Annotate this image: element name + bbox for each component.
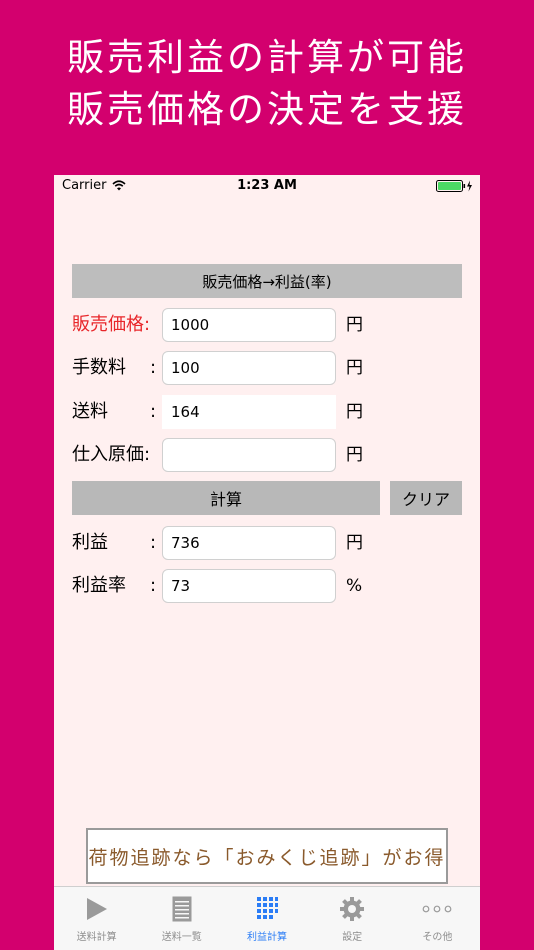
sale-price-row: 販売価格: 円 <box>72 308 462 342</box>
battery-icon <box>436 180 476 196</box>
calculate-button[interactable]: 計算 <box>72 481 380 515</box>
shipping-input[interactable] <box>162 395 336 429</box>
promo-line-2: 販売価格の決定を支援 <box>67 88 467 131</box>
tab-shipping-list[interactable]: 送料一覧 <box>139 887 224 950</box>
profit-rate-row: 利益率 : % <box>72 569 462 603</box>
tab-settings[interactable]: 設定 <box>310 887 395 950</box>
profit-rate-output[interactable] <box>162 569 336 603</box>
profit-unit: 円 <box>346 533 363 553</box>
profit-label: 利益 <box>72 532 108 553</box>
ad-banner[interactable]: 荷物追跡なら「おみくじ追跡」がお得 <box>86 828 448 884</box>
tab-bar: 送料計算 送料一覧 利益計算 設定 その他 <box>54 886 480 950</box>
clear-button[interactable]: クリア <box>390 481 462 515</box>
tab-more[interactable]: その他 <box>395 887 480 950</box>
cost-label: 仕入原価: <box>72 444 151 465</box>
promo-line-1: 販売利益の計算が可能 <box>67 36 467 79</box>
sale-price-unit: 円 <box>346 315 363 335</box>
profit-separator: : <box>150 532 157 553</box>
fee-unit: 円 <box>346 358 363 378</box>
fee-label: 手数料 <box>72 357 126 378</box>
sale-price-input[interactable] <box>162 308 336 342</box>
shipping-label: 送料 <box>72 401 108 422</box>
tab-label: 設定 <box>342 932 363 943</box>
play-icon <box>54 895 139 923</box>
profit-output[interactable] <box>162 526 336 560</box>
shipping-row: 送料 : 円 <box>72 395 462 429</box>
clock: 1:23 AM <box>237 178 297 193</box>
profit-row: 利益 : 円 <box>72 526 462 560</box>
tab-label: 送料計算 <box>76 932 117 943</box>
status-bar: Carrier 1:23 AM <box>54 175 480 197</box>
tab-label: その他 <box>422 932 453 943</box>
profit-rate-separator: : <box>150 575 157 596</box>
fee-row: 手数料 : 円 <box>72 351 462 385</box>
section-title: 販売価格→利益(率) <box>72 264 462 298</box>
cost-input[interactable] <box>162 438 336 472</box>
shipping-separator: : <box>150 401 157 422</box>
gear-icon <box>310 895 395 923</box>
cost-unit: 円 <box>346 445 363 465</box>
cost-row: 仕入原価: 円 <box>72 438 462 472</box>
profit-rate-unit: % <box>346 576 363 596</box>
shipping-unit: 円 <box>346 402 363 422</box>
fee-input[interactable] <box>162 351 336 385</box>
more-icon <box>395 895 480 923</box>
phone-screen: Carrier 1:23 AM 販売価格→利益(率) 販売価格: 円 手数料 : <box>54 175 480 950</box>
grid-icon <box>224 895 309 923</box>
tab-label: 送料一覧 <box>161 932 202 943</box>
tab-profit-calc[interactable]: 利益計算 <box>224 887 309 950</box>
fee-separator: : <box>150 357 157 378</box>
tab-label: 利益計算 <box>246 932 287 943</box>
profit-rate-label: 利益率 <box>72 575 126 596</box>
sale-price-label: 販売価格: <box>72 314 151 335</box>
list-icon <box>139 895 224 923</box>
tab-shipping-calc[interactable]: 送料計算 <box>54 887 139 950</box>
